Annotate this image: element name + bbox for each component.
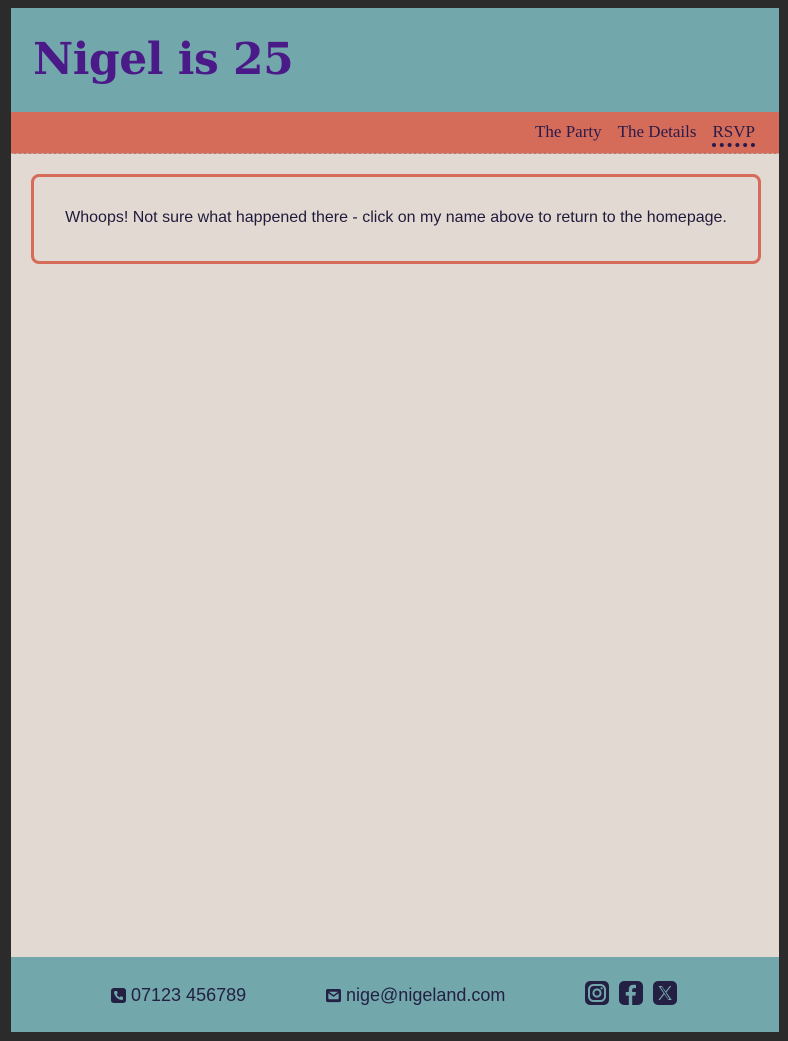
error-message-box: Whoops! Not sure what happened there - c…: [31, 174, 761, 264]
nav-link-the-details[interactable]: The Details: [618, 121, 697, 147]
phone-link[interactable]: 07123 456789: [111, 984, 246, 1006]
phone-number: 07123 456789: [131, 985, 247, 1005]
envelope-icon: [326, 988, 341, 1002]
navbar: The Party The Details RSVP: [11, 112, 779, 154]
site-title-home-link[interactable]: Nigel is 25: [33, 32, 294, 88]
page: Nigel is 25 The Party The Details RSVP W…: [11, 8, 779, 1032]
instagram-icon: [585, 981, 609, 1005]
nav-link-the-party[interactable]: The Party: [535, 121, 602, 147]
nav-menu: The Party The Details RSVP: [535, 121, 755, 147]
facebook-link[interactable]: [619, 981, 643, 1010]
x-twitter-icon: [653, 981, 677, 1005]
instagram-link[interactable]: [585, 981, 609, 1010]
site-footer: 07123 456789 nige@nigeland.com: [11, 957, 779, 1032]
email-address: nige@nigeland.com: [346, 985, 506, 1005]
x-twitter-link[interactable]: [653, 981, 677, 1010]
phone-icon: [111, 987, 126, 1003]
site-header: Nigel is 25: [11, 8, 779, 112]
facebook-icon: [619, 981, 643, 1005]
social-links: [585, 981, 677, 1010]
error-message-text: Whoops! Not sure what happened there - c…: [65, 209, 727, 226]
email-link[interactable]: nige@nigeland.com: [326, 984, 505, 1006]
nav-link-rsvp[interactable]: RSVP: [712, 121, 755, 147]
